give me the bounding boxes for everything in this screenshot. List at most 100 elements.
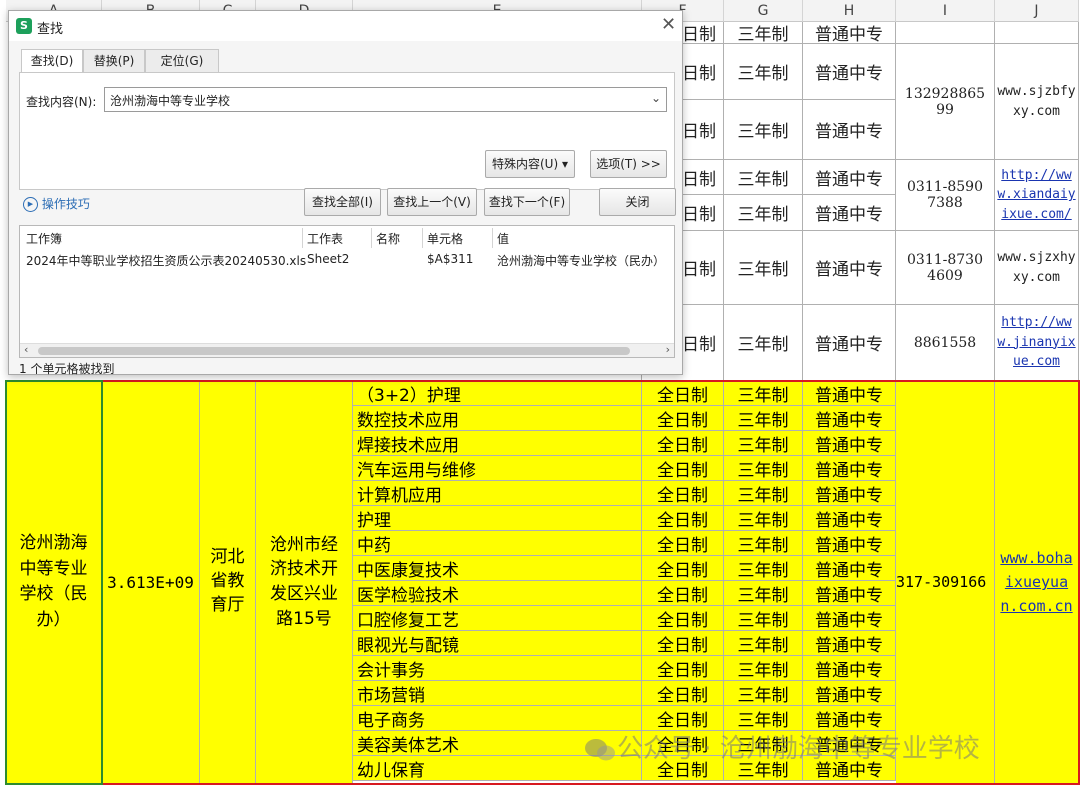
upper-duration-cell[interactable]: 三年制 <box>724 100 803 160</box>
major-form-cell[interactable]: 全日制 <box>642 381 724 406</box>
scroll-left-icon[interactable]: ‹ <box>24 343 28 356</box>
school-code-cell[interactable]: 3.613E+09 <box>102 381 200 784</box>
major-form-cell[interactable]: 全日制 <box>642 556 724 581</box>
col-header-value[interactable]: 值 <box>497 230 509 247</box>
website-link[interactable]: www.bohaixueyuan.com.cn <box>999 546 1074 618</box>
major-cell[interactable]: （3+2）护理 <box>353 381 642 406</box>
upper-duration-cell[interactable]: 三年制 <box>724 160 803 195</box>
major-level-cell[interactable]: 普通中专 <box>803 606 896 631</box>
major-level-cell[interactable]: 普通中专 <box>803 431 896 456</box>
major-duration-cell[interactable]: 三年制 <box>724 681 803 706</box>
major-cell[interactable]: 市场营销 <box>353 681 642 706</box>
upper-website-text[interactable]: http://www.jinanyixue.com <box>997 313 1076 372</box>
major-level-cell[interactable]: 普通中专 <box>803 406 896 431</box>
upper-level-cell[interactable]: 普通中专 <box>803 44 896 100</box>
major-form-cell[interactable]: 全日制 <box>642 531 724 556</box>
phone-cell[interactable]: 317-309166 <box>896 381 995 784</box>
tab-find[interactable]: 查找(D) <box>21 49 83 74</box>
options-button[interactable]: 选项(T) >> <box>590 150 667 178</box>
major-cell[interactable]: 焊接技术应用 <box>353 431 642 456</box>
upper-phone-cell[interactable] <box>896 22 995 44</box>
upper-website-cell[interactable] <box>995 22 1079 44</box>
upper-phone-cell[interactable]: 0311-87304609 <box>896 231 995 305</box>
major-form-cell[interactable]: 全日制 <box>642 631 724 656</box>
special-content-button[interactable]: 特殊内容(U) ▾ <box>485 150 575 178</box>
upper-phone-cell[interactable]: 13292886599 <box>896 44 995 160</box>
col-header-workbook[interactable]: 工作簿 <box>26 230 62 247</box>
upper-level-cell[interactable]: 普通中专 <box>803 22 896 44</box>
find-all-button[interactable]: 查找全部(I) <box>304 188 381 216</box>
address-cell[interactable]: 沧州市经济技术开发区兴业路15号 <box>256 381 353 784</box>
upper-duration-cell[interactable]: 三年制 <box>724 305 803 381</box>
upper-website-cell[interactable]: www.sjzbfyxy.com <box>995 44 1079 160</box>
tab-goto[interactable]: 定位(G) <box>145 49 219 72</box>
website-cell[interactable]: www.bohaixueyuan.com.cn <box>995 381 1079 784</box>
major-duration-cell[interactable]: 三年制 <box>724 481 803 506</box>
major-cell[interactable]: 数控技术应用 <box>353 406 642 431</box>
upper-duration-cell[interactable]: 三年制 <box>724 44 803 100</box>
major-cell[interactable]: 中药 <box>353 531 642 556</box>
major-level-cell[interactable]: 普通中专 <box>803 556 896 581</box>
major-cell[interactable]: 中医康复技术 <box>353 556 642 581</box>
upper-duration-cell[interactable]: 三年制 <box>724 231 803 305</box>
upper-website-cell[interactable]: http://www.xiandaiyixue.com/ <box>995 160 1079 231</box>
major-form-cell[interactable]: 全日制 <box>642 581 724 606</box>
tab-replace[interactable]: 替换(P) <box>83 49 145 72</box>
major-level-cell[interactable]: 普通中专 <box>803 656 896 681</box>
col-header-name[interactable]: 名称 <box>376 230 400 247</box>
find-next-button[interactable]: 查找下一个(F) <box>484 188 570 216</box>
major-form-cell[interactable]: 全日制 <box>642 506 724 531</box>
major-cell[interactable]: 医学检验技术 <box>353 581 642 606</box>
upper-phone-cell[interactable]: 8861558 <box>896 305 995 381</box>
major-level-cell[interactable]: 普通中专 <box>803 681 896 706</box>
major-level-cell[interactable]: 普通中专 <box>803 581 896 606</box>
major-cell[interactable]: 护理 <box>353 506 642 531</box>
upper-duration-cell[interactable]: 三年制 <box>724 22 803 44</box>
result-row[interactable]: 2024年中等职业学校招生资质公示表20240530.xls Sheet2 $A… <box>20 250 674 270</box>
tips-link[interactable]: ▶ 操作技巧 <box>23 195 90 212</box>
major-form-cell[interactable]: 全日制 <box>642 481 724 506</box>
col-header-cell[interactable]: 单元格 <box>427 230 463 247</box>
find-prev-button[interactable]: 查找上一个(V) <box>387 188 477 216</box>
upper-duration-cell[interactable]: 三年制 <box>724 195 803 231</box>
upper-level-cell[interactable]: 普通中专 <box>803 231 896 305</box>
major-form-cell[interactable]: 全日制 <box>642 681 724 706</box>
column-header-g[interactable]: G <box>724 0 803 22</box>
scrollbar-thumb[interactable] <box>38 347 630 355</box>
find-input[interactable]: 沧州渤海中等专业学校 ⌄ <box>104 87 667 112</box>
upper-phone-cell[interactable]: 0311-85907388 <box>896 160 995 231</box>
major-cell[interactable]: 眼视光与配镜 <box>353 631 642 656</box>
column-header-i[interactable]: I <box>896 0 995 22</box>
major-cell[interactable]: 口腔修复工艺 <box>353 606 642 631</box>
major-level-cell[interactable]: 普通中专 <box>803 381 896 406</box>
upper-website-cell[interactable]: http://www.jinanyixue.com <box>995 305 1079 381</box>
major-level-cell[interactable]: 普通中专 <box>803 456 896 481</box>
upper-level-cell[interactable]: 普通中专 <box>803 160 896 195</box>
major-cell[interactable]: 会计事务 <box>353 656 642 681</box>
major-duration-cell[interactable]: 三年制 <box>724 381 803 406</box>
major-cell[interactable]: 计算机应用 <box>353 481 642 506</box>
major-duration-cell[interactable]: 三年制 <box>724 531 803 556</box>
major-form-cell[interactable]: 全日制 <box>642 456 724 481</box>
major-level-cell[interactable]: 普通中专 <box>803 631 896 656</box>
close-icon[interactable]: ✕ <box>661 14 676 35</box>
upper-website-cell[interactable]: www.sjzxhyxy.com <box>995 231 1079 305</box>
major-form-cell[interactable]: 全日制 <box>642 406 724 431</box>
major-duration-cell[interactable]: 三年制 <box>724 406 803 431</box>
major-duration-cell[interactable]: 三年制 <box>724 456 803 481</box>
major-duration-cell[interactable]: 三年制 <box>724 556 803 581</box>
major-duration-cell[interactable]: 三年制 <box>724 431 803 456</box>
major-duration-cell[interactable]: 三年制 <box>724 506 803 531</box>
authority-cell[interactable]: 河北省教育厅 <box>200 381 256 784</box>
school-name-cell[interactable]: 沧州渤海中等专业学校（民办） <box>6 381 102 784</box>
major-duration-cell[interactable]: 三年制 <box>724 581 803 606</box>
major-level-cell[interactable]: 普通中专 <box>803 481 896 506</box>
upper-website-text[interactable]: http://www.xiandaiyixue.com/ <box>997 166 1076 225</box>
major-cell[interactable]: 汽车运用与维修 <box>353 456 642 481</box>
col-header-sheet[interactable]: 工作表 <box>307 230 343 247</box>
major-form-cell[interactable]: 全日制 <box>642 431 724 456</box>
major-duration-cell[interactable]: 三年制 <box>724 606 803 631</box>
scroll-right-icon[interactable]: › <box>666 343 670 356</box>
upper-level-cell[interactable]: 普通中专 <box>803 100 896 160</box>
upper-level-cell[interactable]: 普通中专 <box>803 305 896 381</box>
